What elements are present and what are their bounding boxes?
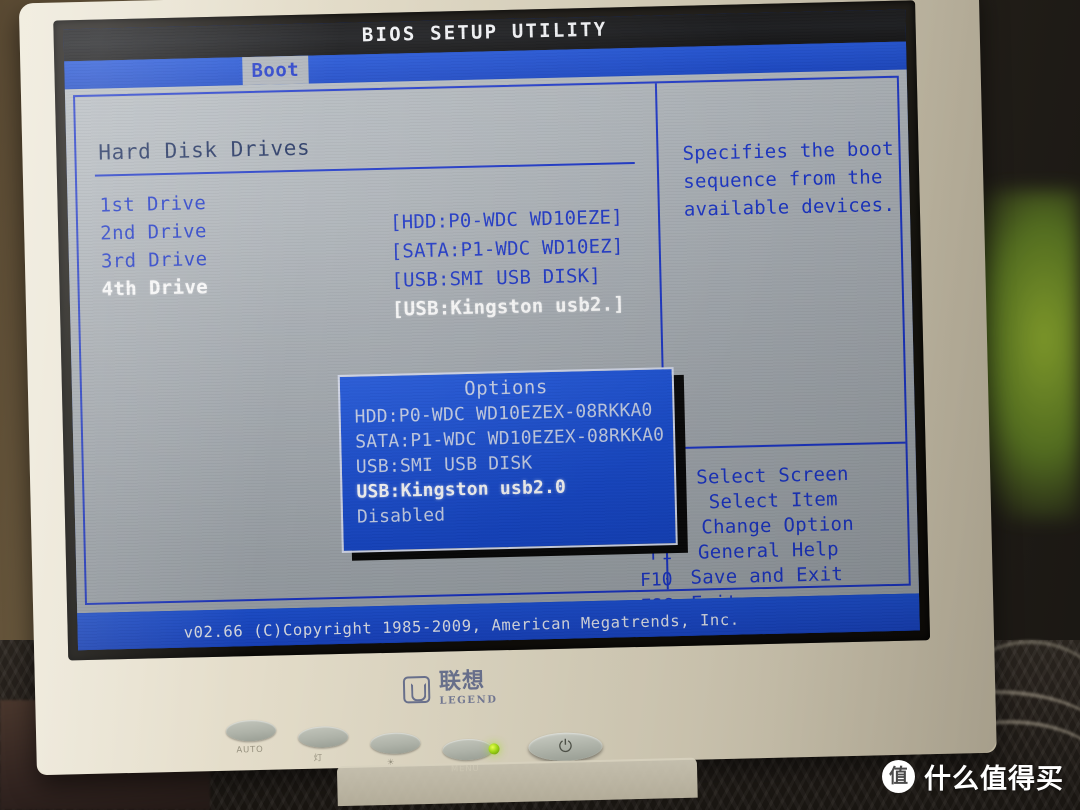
drive-label-1: 1st Drive xyxy=(99,192,207,217)
monitor-stand-neck xyxy=(336,757,698,807)
help-line-2: sequence from the xyxy=(682,166,883,193)
brand-name-en: LEGEND xyxy=(439,694,498,707)
section-title: Hard Disk Drives xyxy=(98,135,311,165)
key-desc-general-help: General Help xyxy=(697,538,840,564)
key-desc-select-item: Select Item xyxy=(708,488,839,514)
osd-label-brightness: 灯 xyxy=(313,753,324,764)
power-icon: ⏻ xyxy=(558,736,573,757)
key-desc-change-option: Change Option xyxy=(701,512,855,539)
monitor-brand-logo: 联想 LEGEND xyxy=(402,668,498,707)
drive-label-2: 2nd Drive xyxy=(100,220,208,245)
drive-label-4: 4th Drive xyxy=(101,276,209,301)
watermark-badge-icon: 值 xyxy=(882,760,915,793)
brand-text-stack: 联想 LEGEND xyxy=(438,668,498,707)
photo-scene: BIOS SETUP UTILITY Boot Hard Disk Drives… xyxy=(0,0,1080,810)
osd-label-auto: AUTO xyxy=(236,744,264,756)
drive-label-3: 3rd Drive xyxy=(100,248,208,273)
bios-setup-utility: BIOS SETUP UTILITY Boot Hard Disk Drives… xyxy=(63,9,920,651)
key-desc-select-screen: Select Screen xyxy=(695,462,850,489)
key-desc-save-exit: Save and Exit xyxy=(690,563,844,589)
bios-main-panel: Hard Disk Drives 1st Drive 2nd Drive 3rd… xyxy=(63,69,920,617)
tab-boot[interactable]: Boot xyxy=(242,55,309,86)
page-title: BIOS SETUP UTILITY xyxy=(361,18,608,47)
lenovo-legend-mark-icon xyxy=(402,675,431,704)
crt-lcd-monitor: BIOS SETUP UTILITY Boot Hard Disk Drives… xyxy=(18,0,997,807)
lcd-screen: BIOS SETUP UTILITY Boot Hard Disk Drives… xyxy=(63,9,920,651)
options-dialog[interactable]: Options HDD:P0-WDC WD10EZEX-08RKKA0 SATA… xyxy=(337,367,678,553)
watermark-text: 什么值得买 xyxy=(924,764,1064,795)
brand-name-cn: 联想 xyxy=(438,668,486,695)
watermark: 值 什么值得买 xyxy=(882,757,1064,796)
key-symbol-save-exit: F10 xyxy=(639,569,673,591)
